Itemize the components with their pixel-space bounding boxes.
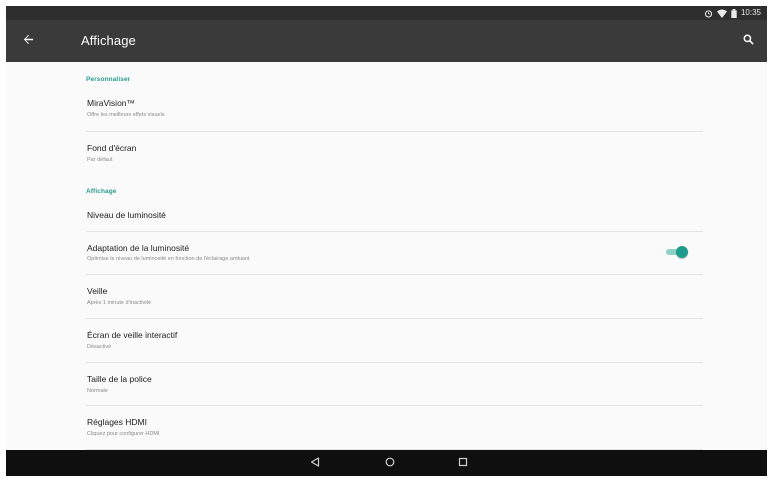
device-screen: 10:35 Affichage Personnaliser MiraVision… bbox=[6, 6, 767, 476]
section-header-personnaliser: Personnaliser bbox=[86, 76, 131, 83]
adaptive-brightness-toggle[interactable] bbox=[664, 246, 688, 258]
nav-home-button[interactable] bbox=[381, 455, 399, 471]
settings-list: Personnaliser MiraVision™ Offre les meil… bbox=[6, 62, 767, 450]
status-time: 10:35 bbox=[740, 8, 761, 17]
setting-title: MiraVision™ bbox=[87, 98, 136, 108]
section-header-affichage: Affichage bbox=[86, 188, 117, 195]
page-title: Affichage bbox=[81, 33, 136, 48]
setting-miravision[interactable]: MiraVision™ Offre les meilleurs effets v… bbox=[6, 88, 767, 132]
setting-subtitle: Normale bbox=[87, 388, 108, 394]
setting-title: Fond d'écran bbox=[87, 143, 137, 153]
setting-sleep[interactable]: Veille Après 1 minute d'inactivité bbox=[6, 275, 767, 319]
recents-square-icon bbox=[458, 454, 468, 472]
status-icons: 10:35 bbox=[704, 7, 761, 19]
setting-adaptive-brightness[interactable]: Adaptation de la luminosité Optimise le … bbox=[6, 232, 767, 275]
setting-subtitle: Désactivé bbox=[87, 344, 112, 350]
back-triangle-icon bbox=[310, 454, 320, 472]
back-button[interactable] bbox=[14, 27, 42, 55]
setting-subtitle: Offre les meilleurs effets visuels bbox=[87, 112, 165, 118]
setting-hdmi[interactable]: Réglages HDMI Cliquez pour configurer HD… bbox=[6, 406, 767, 450]
setting-subtitle: Optimise le niveau de luminosité en fonc… bbox=[87, 256, 250, 262]
search-icon bbox=[743, 32, 754, 50]
nav-back-button[interactable] bbox=[306, 455, 324, 471]
setting-title: Réglages HDMI bbox=[87, 417, 147, 427]
setting-title: Niveau de luminosité bbox=[87, 210, 166, 220]
search-button[interactable] bbox=[735, 28, 761, 54]
setting-brightness-level[interactable]: Niveau de luminosité bbox=[6, 200, 767, 232]
setting-daydream[interactable]: Écran de veille interactif Désactivé bbox=[6, 319, 767, 363]
alarm-icon bbox=[704, 9, 713, 18]
setting-wallpaper[interactable]: Fond d'écran Par défaut bbox=[6, 132, 767, 176]
setting-subtitle: Par défaut bbox=[87, 157, 113, 163]
nav-recents-button[interactable] bbox=[454, 455, 472, 471]
status-bar: 10:35 bbox=[6, 6, 767, 20]
battery-icon bbox=[731, 8, 737, 18]
wifi-icon bbox=[716, 9, 727, 18]
app-bar: Affichage bbox=[6, 20, 767, 62]
setting-title: Adaptation de la luminosité bbox=[87, 243, 190, 253]
navigation-bar bbox=[6, 450, 767, 476]
setting-subtitle: Cliquez pour configurer HDMI bbox=[87, 431, 160, 437]
toggle-thumb bbox=[676, 246, 688, 258]
setting-title: Veille bbox=[87, 286, 108, 296]
setting-title: Écran de veille interactif bbox=[87, 330, 178, 340]
home-circle-icon bbox=[385, 454, 395, 472]
setting-font-size[interactable]: Taille de la police Normale bbox=[6, 363, 767, 406]
setting-title: Taille de la police bbox=[87, 374, 152, 384]
setting-subtitle: Après 1 minute d'inactivité bbox=[87, 300, 152, 306]
arrow-back-icon bbox=[23, 32, 34, 50]
